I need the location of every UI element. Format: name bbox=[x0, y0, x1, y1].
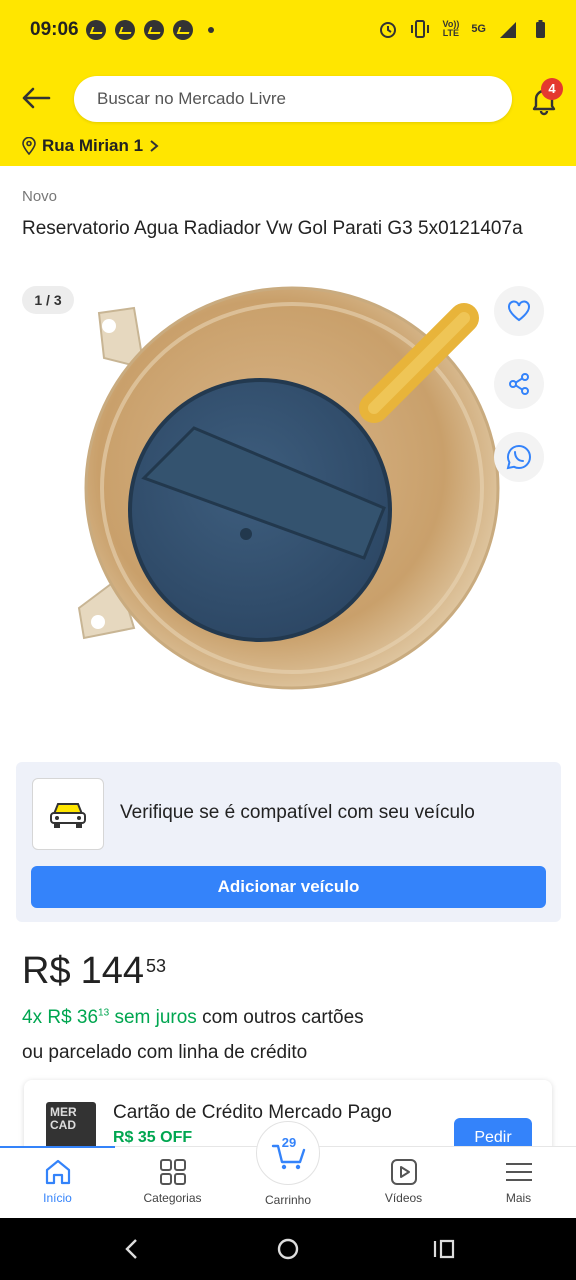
system-recents-icon[interactable] bbox=[432, 1238, 456, 1260]
search-placeholder: Buscar no Mercado Livre bbox=[97, 89, 286, 108]
notification-icons bbox=[86, 20, 214, 40]
share-button[interactable] bbox=[494, 359, 544, 409]
installments-info: 4x R$ 3613 sem juros com outros cartões bbox=[22, 1007, 364, 1029]
nav-categories[interactable]: Categorias bbox=[115, 1147, 230, 1219]
messenger-icon bbox=[115, 20, 135, 40]
messenger-icon bbox=[144, 20, 164, 40]
nav-label: Mais bbox=[505, 1191, 532, 1205]
signal-icon bbox=[500, 22, 516, 38]
messenger-icon bbox=[86, 20, 106, 40]
whatsapp-icon bbox=[506, 444, 531, 470]
nav-home[interactable]: Início bbox=[0, 1147, 115, 1219]
battery-icon bbox=[536, 20, 545, 38]
nav-label: Vídeos bbox=[384, 1191, 423, 1205]
nav-label: Início bbox=[43, 1191, 72, 1205]
add-vehicle-button[interactable]: Adicionar veículo bbox=[31, 866, 546, 908]
network-type: 5G bbox=[471, 23, 486, 35]
alarm-icon bbox=[380, 22, 397, 38]
promo-discount: R$ 35 OFF bbox=[113, 1129, 193, 1146]
product-image[interactable] bbox=[74, 278, 504, 710]
nav-more[interactable]: Mais bbox=[461, 1147, 576, 1219]
credit-line-text: ou parcelado com linha de crédito bbox=[22, 1042, 308, 1063]
share-icon bbox=[509, 373, 529, 395]
vehicle-compatibility-card: Verifique se é compatível com seu veícul… bbox=[16, 762, 561, 922]
grid-icon bbox=[160, 1159, 186, 1185]
status-time: 09:06 bbox=[30, 19, 79, 40]
delivery-address[interactable]: Rua Mirian 1 bbox=[22, 136, 159, 156]
image-counter: 1 / 3 bbox=[22, 286, 74, 314]
top-bar: 09:06 Vo)) LTE 5G Buscar no Mercado Livr… bbox=[0, 0, 576, 166]
system-home-icon[interactable] bbox=[276, 1237, 300, 1261]
installments-rest: com outros cartões bbox=[202, 1007, 364, 1028]
nav-cart[interactable]: 29 bbox=[256, 1121, 320, 1185]
heart-icon bbox=[508, 300, 530, 322]
back-arrow-icon[interactable] bbox=[18, 80, 54, 116]
system-back-icon[interactable] bbox=[122, 1237, 142, 1261]
messenger-icon bbox=[173, 20, 193, 40]
nav-label: Categorias bbox=[143, 1191, 202, 1205]
volte-indicator: Vo)) LTE bbox=[442, 19, 460, 38]
car-thumbnail bbox=[32, 778, 104, 850]
location-pin-icon bbox=[22, 137, 36, 155]
status-bar: 09:06 Vo)) LTE 5G bbox=[0, 0, 576, 62]
whatsapp-button[interactable] bbox=[494, 432, 544, 482]
menu-icon bbox=[506, 1163, 532, 1181]
product-price: R$ 144 53 bbox=[22, 950, 166, 993]
product-title: Reservatorio Agua Radiador Vw Gol Parati… bbox=[22, 218, 523, 239]
cart-icon bbox=[271, 1144, 306, 1170]
nav-label: Carrinho bbox=[264, 1193, 312, 1207]
price-amount: 144 bbox=[80, 950, 144, 992]
home-icon bbox=[45, 1159, 71, 1185]
bottom-navigation: Início Categorias 29 Carrinho Vídeos Mai… bbox=[0, 1121, 576, 1219]
favorite-button[interactable] bbox=[494, 286, 544, 336]
vibrate-icon bbox=[411, 20, 430, 38]
price-cents: 53 bbox=[145, 956, 167, 976]
notification-badge: 4 bbox=[541, 78, 563, 100]
nav-videos[interactable]: Vídeos bbox=[346, 1147, 461, 1219]
product-condition: Novo bbox=[22, 188, 58, 205]
search-input[interactable]: Buscar no Mercado Livre bbox=[74, 76, 512, 122]
video-icon bbox=[391, 1159, 417, 1185]
chevron-right-icon bbox=[150, 140, 159, 152]
installments-value: 4x R$ 3613 sem juros bbox=[22, 1007, 197, 1028]
address-label: Rua Mirian 1 bbox=[42, 136, 144, 155]
app-header: Buscar no Mercado Livre 4 bbox=[0, 62, 576, 132]
screen: 09:06 Vo)) LTE 5G Buscar no Mercado Livr… bbox=[0, 0, 576, 1280]
compatibility-text: Verifique se é compatível com seu veícul… bbox=[120, 802, 475, 823]
system-navigation-bar bbox=[0, 1218, 576, 1280]
system-icons: Vo)) LTE 5G bbox=[378, 18, 550, 40]
price-currency: R$ bbox=[22, 950, 71, 992]
product-gallery[interactable]: 1 / 3 bbox=[0, 270, 576, 740]
promo-title: Cartão de Crédito Mercado Pago bbox=[113, 1102, 392, 1123]
more-notifications-dot bbox=[208, 27, 214, 33]
car-icon bbox=[50, 803, 86, 828]
